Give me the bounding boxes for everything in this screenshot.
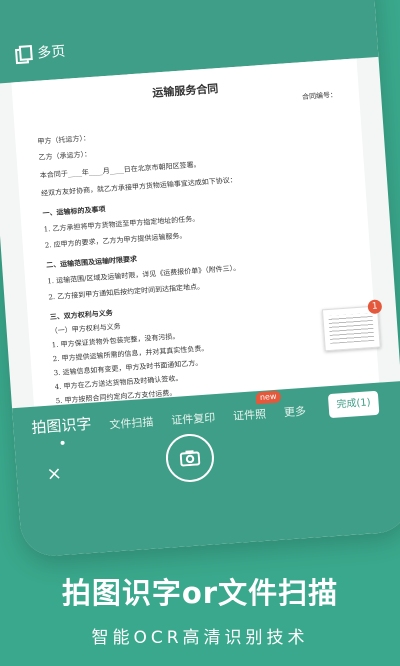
pages-icon xyxy=(15,45,30,62)
document-preview: 运输服务合同 合同编号： 甲方（托运方）： 乙方（承运方）： 本合同于____年__… xyxy=(11,58,380,447)
tab-id-photo[interactable]: new 证件照 xyxy=(232,390,281,424)
multi-page-button[interactable]: 多页 xyxy=(15,41,66,64)
new-badge: new xyxy=(255,390,281,405)
tab-document-scan[interactable]: 文件扫描 xyxy=(109,413,154,432)
close-icon[interactable]: × xyxy=(46,463,63,485)
camera-icon xyxy=(179,450,201,467)
promo-subtitle: 智能OCR高清识别技术 xyxy=(91,628,309,648)
camera-toolbar: 拍图识字 文件扫描 证件复印 new 证件照 更多 完成(1) × xyxy=(12,381,400,558)
contract-number-label: 合同编号： xyxy=(301,90,338,102)
tab-photo-ocr[interactable]: 拍图识字 xyxy=(31,413,92,438)
shutter-button[interactable] xyxy=(164,432,216,484)
multi-page-label: 多页 xyxy=(36,43,66,62)
promo-headline: 拍图识字or文件扫描 xyxy=(61,576,339,610)
tab-more[interactable]: 更多 xyxy=(283,403,307,420)
phone-screen: 多页 运输服务合同 合同编号： 甲方（托运方）： 乙方（承运方）： 本合同于____… xyxy=(0,0,400,558)
captured-thumbnail[interactable]: 1 xyxy=(321,299,383,352)
thumbnail-count-badge: 1 xyxy=(367,299,383,315)
done-button[interactable]: 完成(1) xyxy=(327,390,380,419)
mode-tabs: 拍图识字 文件扫描 证件复印 new 证件照 更多 xyxy=(31,390,307,438)
tab-id-copy[interactable]: 证件复印 xyxy=(171,409,216,428)
thumbnail-preview xyxy=(328,312,375,344)
tab-id-photo-label: 证件照 xyxy=(232,407,267,423)
